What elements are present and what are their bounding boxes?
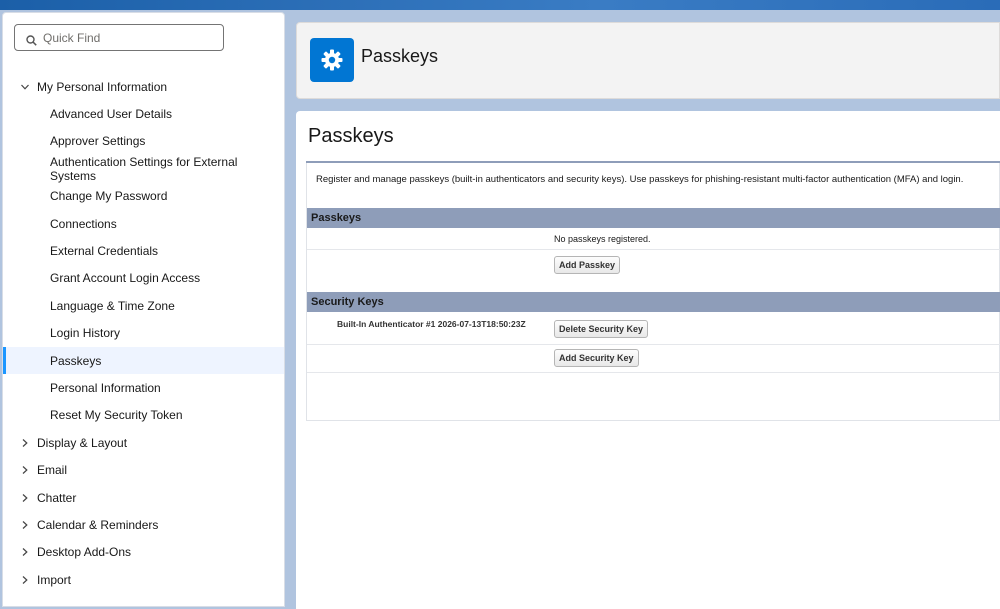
sidebar-item-chatter[interactable]: Chatter	[3, 484, 284, 511]
sidebar-tree: My Personal Information Advanced User Det…	[3, 73, 284, 593]
gear-icon	[310, 38, 354, 82]
sidebar-item-connections[interactable]: Connections	[3, 210, 284, 237]
sidebar-item-approver-settings[interactable]: Approver Settings	[3, 128, 284, 155]
page-title: Passkeys	[308, 125, 394, 147]
sidebar-item-label: Language & Time Zone	[50, 298, 175, 313]
main-content: Passkeys Register and manage passkeys (b…	[296, 111, 1000, 609]
sidebar-item-advanced-user-details[interactable]: Advanced User Details	[3, 100, 284, 127]
sidebar-item-label: Login History	[50, 326, 121, 341]
sidebar-item-label: Change My Password	[50, 189, 168, 204]
add-security-key-button[interactable]: Add Security Key	[554, 349, 639, 367]
sidebar-item-label: Connections	[50, 216, 117, 231]
sidebar-item-login-history[interactable]: Login History	[3, 320, 284, 347]
chevron-right-icon[interactable]	[19, 464, 31, 476]
sidebar-item-grant-account-login-access[interactable]: Grant Account Login Access	[3, 265, 284, 292]
sidebar-item-external-credentials[interactable]: External Credentials	[3, 237, 284, 264]
setup-sidebar: My Personal Information Advanced User Det…	[2, 12, 285, 607]
sidebar-item-reset-my-security-token[interactable]: Reset My Security Token	[3, 402, 284, 429]
sidebar-item-desktop-add-ons[interactable]: Desktop Add-Ons	[3, 539, 284, 566]
sidebar-item-language-time-zone[interactable]: Language & Time Zone	[3, 292, 284, 319]
sidebar-item-label: Desktop Add-Ons	[37, 545, 132, 560]
sidebar-item-label: Email	[37, 463, 68, 478]
sidebar-item-label: Personal Information	[50, 380, 161, 395]
sidebar-item-my-personal-information[interactable]: My Personal Information	[3, 73, 284, 100]
security-keys-section-header: Security Keys	[307, 292, 1000, 312]
sidebar-item-label: Reset My Security Token	[50, 408, 183, 423]
row-divider	[307, 372, 1000, 373]
quick-find-box[interactable]	[14, 24, 224, 51]
page-description: Register and manage passkeys (built-in a…	[316, 174, 964, 185]
search-icon	[26, 33, 37, 46]
sidebar-item-label: Advanced User Details	[50, 107, 173, 122]
sidebar-item-calendar-reminders[interactable]: Calendar & Reminders	[3, 511, 284, 538]
sidebar-item-email[interactable]: Email	[3, 456, 284, 483]
sidebar-item-label: External Credentials	[50, 244, 159, 259]
chevron-down-icon[interactable]	[19, 81, 31, 93]
sidebar-item-authentication-settings-for-external-systems[interactable]: Authentication Settings for External Sys…	[3, 154, 284, 183]
passkeys-panel: Register and manage passkeys (built-in a…	[306, 163, 1000, 421]
sidebar-item-import[interactable]: Import	[3, 566, 284, 593]
sidebar-item-label: My Personal Information	[37, 79, 168, 94]
sidebar-item-label: Authentication Settings for External Sys…	[50, 154, 238, 183]
row-divider	[307, 249, 1000, 250]
chevron-right-icon[interactable]	[19, 437, 31, 449]
passkeys-section-header: Passkeys	[307, 208, 1000, 228]
page-header: Passkeys	[296, 22, 1000, 99]
sidebar-item-label: Grant Account Login Access	[50, 271, 201, 286]
sidebar-item-passkeys[interactable]: Passkeys	[3, 346, 284, 375]
sidebar-item-label: Import	[37, 572, 72, 587]
sidebar-item-change-my-password[interactable]: Change My Password	[3, 183, 284, 210]
chevron-right-icon[interactable]	[19, 519, 31, 531]
add-passkey-button[interactable]: Add Passkey	[554, 256, 621, 274]
sidebar-item-label: Calendar & Reminders	[37, 517, 159, 532]
chevron-right-icon[interactable]	[19, 492, 31, 504]
security-key-name: Built-In Authenticator #1 2026-07-13T18:…	[337, 319, 526, 329]
sidebar-item-display-layout[interactable]: Display & Layout	[3, 429, 284, 456]
quick-find-input[interactable]	[43, 30, 213, 45]
row-divider	[307, 344, 1000, 345]
sidebar-item-label: Approver Settings	[50, 134, 146, 149]
chevron-right-icon[interactable]	[19, 546, 31, 558]
background-banner	[0, 0, 1000, 10]
no-passkeys-text: No passkeys registered.	[554, 234, 651, 244]
chevron-right-icon[interactable]	[19, 574, 31, 586]
sidebar-item-label: Chatter	[37, 490, 77, 505]
header-title: Passkeys	[361, 46, 439, 66]
sidebar-item-label: Display & Layout	[37, 435, 128, 450]
sidebar-item-personal-information[interactable]: Personal Information	[3, 374, 284, 401]
delete-security-key-button[interactable]: Delete Security Key	[554, 320, 649, 338]
sidebar-item-label: Passkeys	[50, 353, 102, 368]
